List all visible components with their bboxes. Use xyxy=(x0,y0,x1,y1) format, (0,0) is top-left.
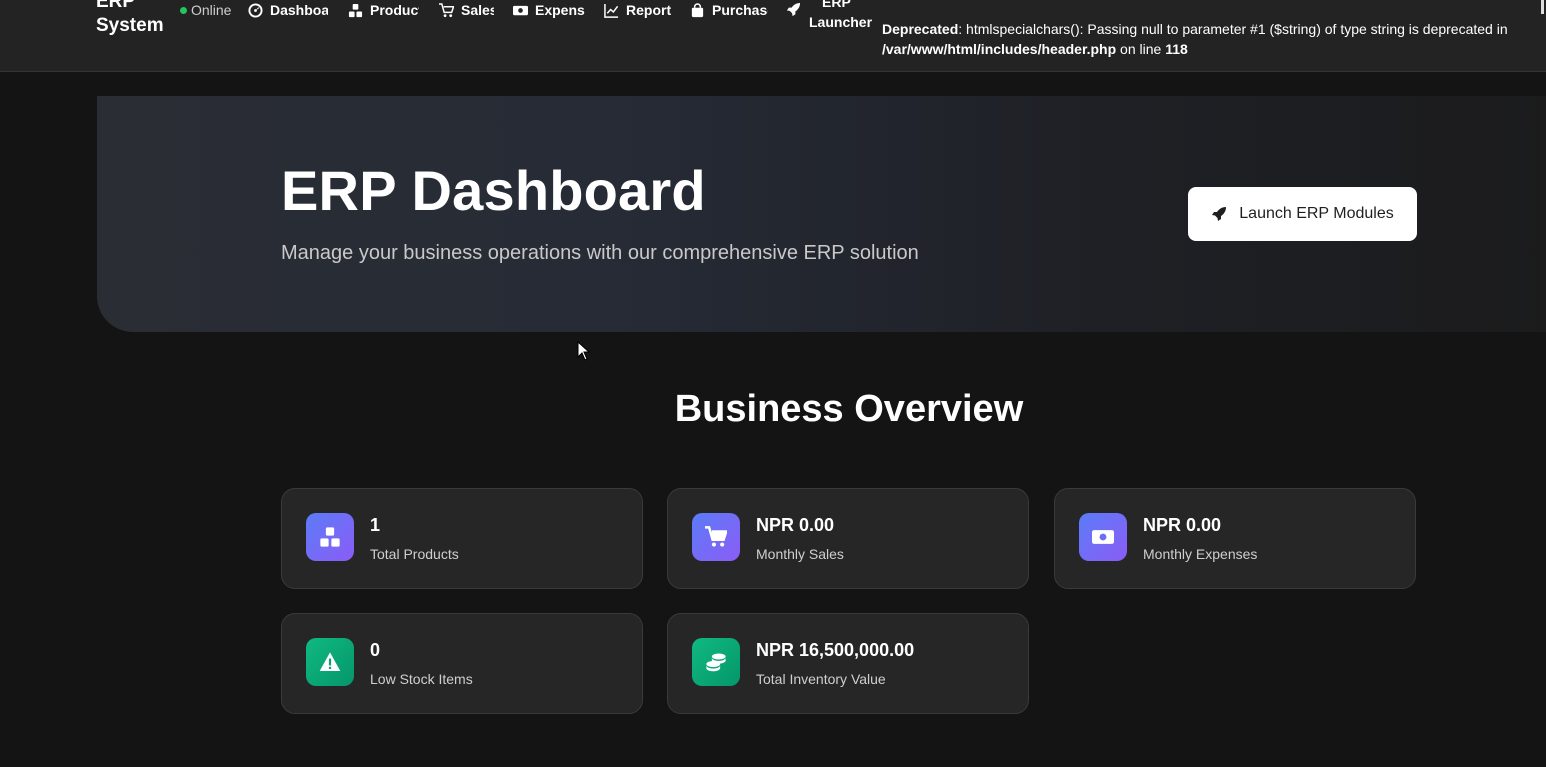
nav-sales[interactable]: Sales xyxy=(439,0,494,20)
launcher-line-1: ERP xyxy=(822,0,851,10)
cart-icon xyxy=(692,513,740,561)
warning-line-number: 118 xyxy=(1165,41,1188,57)
stat-card-monthly-expenses: NPR 0.00 Monthly Expenses xyxy=(1054,488,1416,589)
stat-card-total-products: 1 Total Products xyxy=(281,488,643,589)
page-subtitle: Manage your business operations with our… xyxy=(281,242,919,264)
cart-icon xyxy=(439,2,454,18)
stat-card-inventory-value: NPR 16,500,000.00 Total Inventory Value xyxy=(667,613,1029,714)
stat-label: Low Stock Items xyxy=(370,671,473,687)
launcher-line-2: Launcher xyxy=(809,14,873,30)
warning-icon xyxy=(306,638,354,686)
brand-line-1: ERP xyxy=(96,0,136,12)
online-status: Online xyxy=(180,2,231,18)
launch-button-label: Launch ERP Modules xyxy=(1239,205,1394,222)
nav-expenses[interactable]: Expenses xyxy=(513,0,585,20)
bag-icon xyxy=(690,2,705,18)
rocket-icon xyxy=(786,2,801,17)
nav-sales-label: Sales xyxy=(461,2,494,18)
page-title: ERP Dashboard xyxy=(281,159,706,222)
nav-purchase-label: Purchase xyxy=(712,2,768,18)
nav-report-label: Report xyxy=(626,2,672,18)
stat-value: NPR 0.00 xyxy=(1143,515,1222,535)
nav-expenses-label: Expenses xyxy=(535,2,585,18)
nav-dashboard-label: Dashboard xyxy=(270,2,328,18)
nav-erp-launcher[interactable]: ERP Launcher xyxy=(786,0,872,32)
boxes-icon xyxy=(348,3,363,18)
mouse-cursor-icon xyxy=(577,341,591,361)
money-icon xyxy=(1079,513,1127,561)
stat-card-low-stock: 0 Low Stock Items xyxy=(281,613,643,714)
nav-products[interactable]: Products xyxy=(348,0,419,20)
stat-card-monthly-sales: NPR 0.00 Monthly Sales xyxy=(667,488,1029,589)
stat-label: Monthly Expenses xyxy=(1143,546,1258,562)
warning-label: Deprecated xyxy=(882,21,959,37)
top-navbar: ERP System Online Dashboard Products Sal… xyxy=(0,0,1546,72)
brand-logo[interactable]: ERP System xyxy=(96,0,164,38)
warning-on-line: on line xyxy=(1116,41,1166,57)
rocket-icon xyxy=(1212,207,1227,221)
stat-value: 1 xyxy=(370,515,381,535)
stat-value: NPR 0.00 xyxy=(756,515,835,535)
boxes-icon xyxy=(306,513,354,561)
status-dot-icon xyxy=(180,6,187,14)
brand-line-2: System xyxy=(96,15,164,36)
status-text: Online xyxy=(191,2,232,18)
section-title: Business Overview xyxy=(674,388,1024,430)
stat-label: Monthly Sales xyxy=(756,546,844,562)
nav-products-label: Products xyxy=(370,2,419,18)
chart-line-icon xyxy=(604,3,619,18)
stat-label: Total Inventory Value xyxy=(756,671,886,687)
warning-path: /var/www/html/includes/header.php xyxy=(882,41,1117,57)
coins-icon xyxy=(692,638,740,686)
scrollbar-edge xyxy=(1541,0,1544,14)
gauge-icon xyxy=(248,2,263,18)
nav-purchase[interactable]: Purchase xyxy=(690,0,768,20)
stat-value: 0 xyxy=(370,640,381,660)
warning-message: : htmlspecialchars(): Passing null to pa… xyxy=(958,21,1508,37)
nav-report[interactable]: Report xyxy=(604,0,676,20)
nav-dashboard[interactable]: Dashboard xyxy=(248,0,328,20)
money-icon xyxy=(513,3,528,18)
launch-erp-modules-button[interactable]: Launch ERP Modules xyxy=(1188,187,1417,241)
stat-label: Total Products xyxy=(370,546,459,562)
php-deprecation-warning: Deprecated: htmlspecialchars(): Passing … xyxy=(882,19,1522,59)
stat-value: NPR 16,500,000.00 xyxy=(756,640,915,660)
